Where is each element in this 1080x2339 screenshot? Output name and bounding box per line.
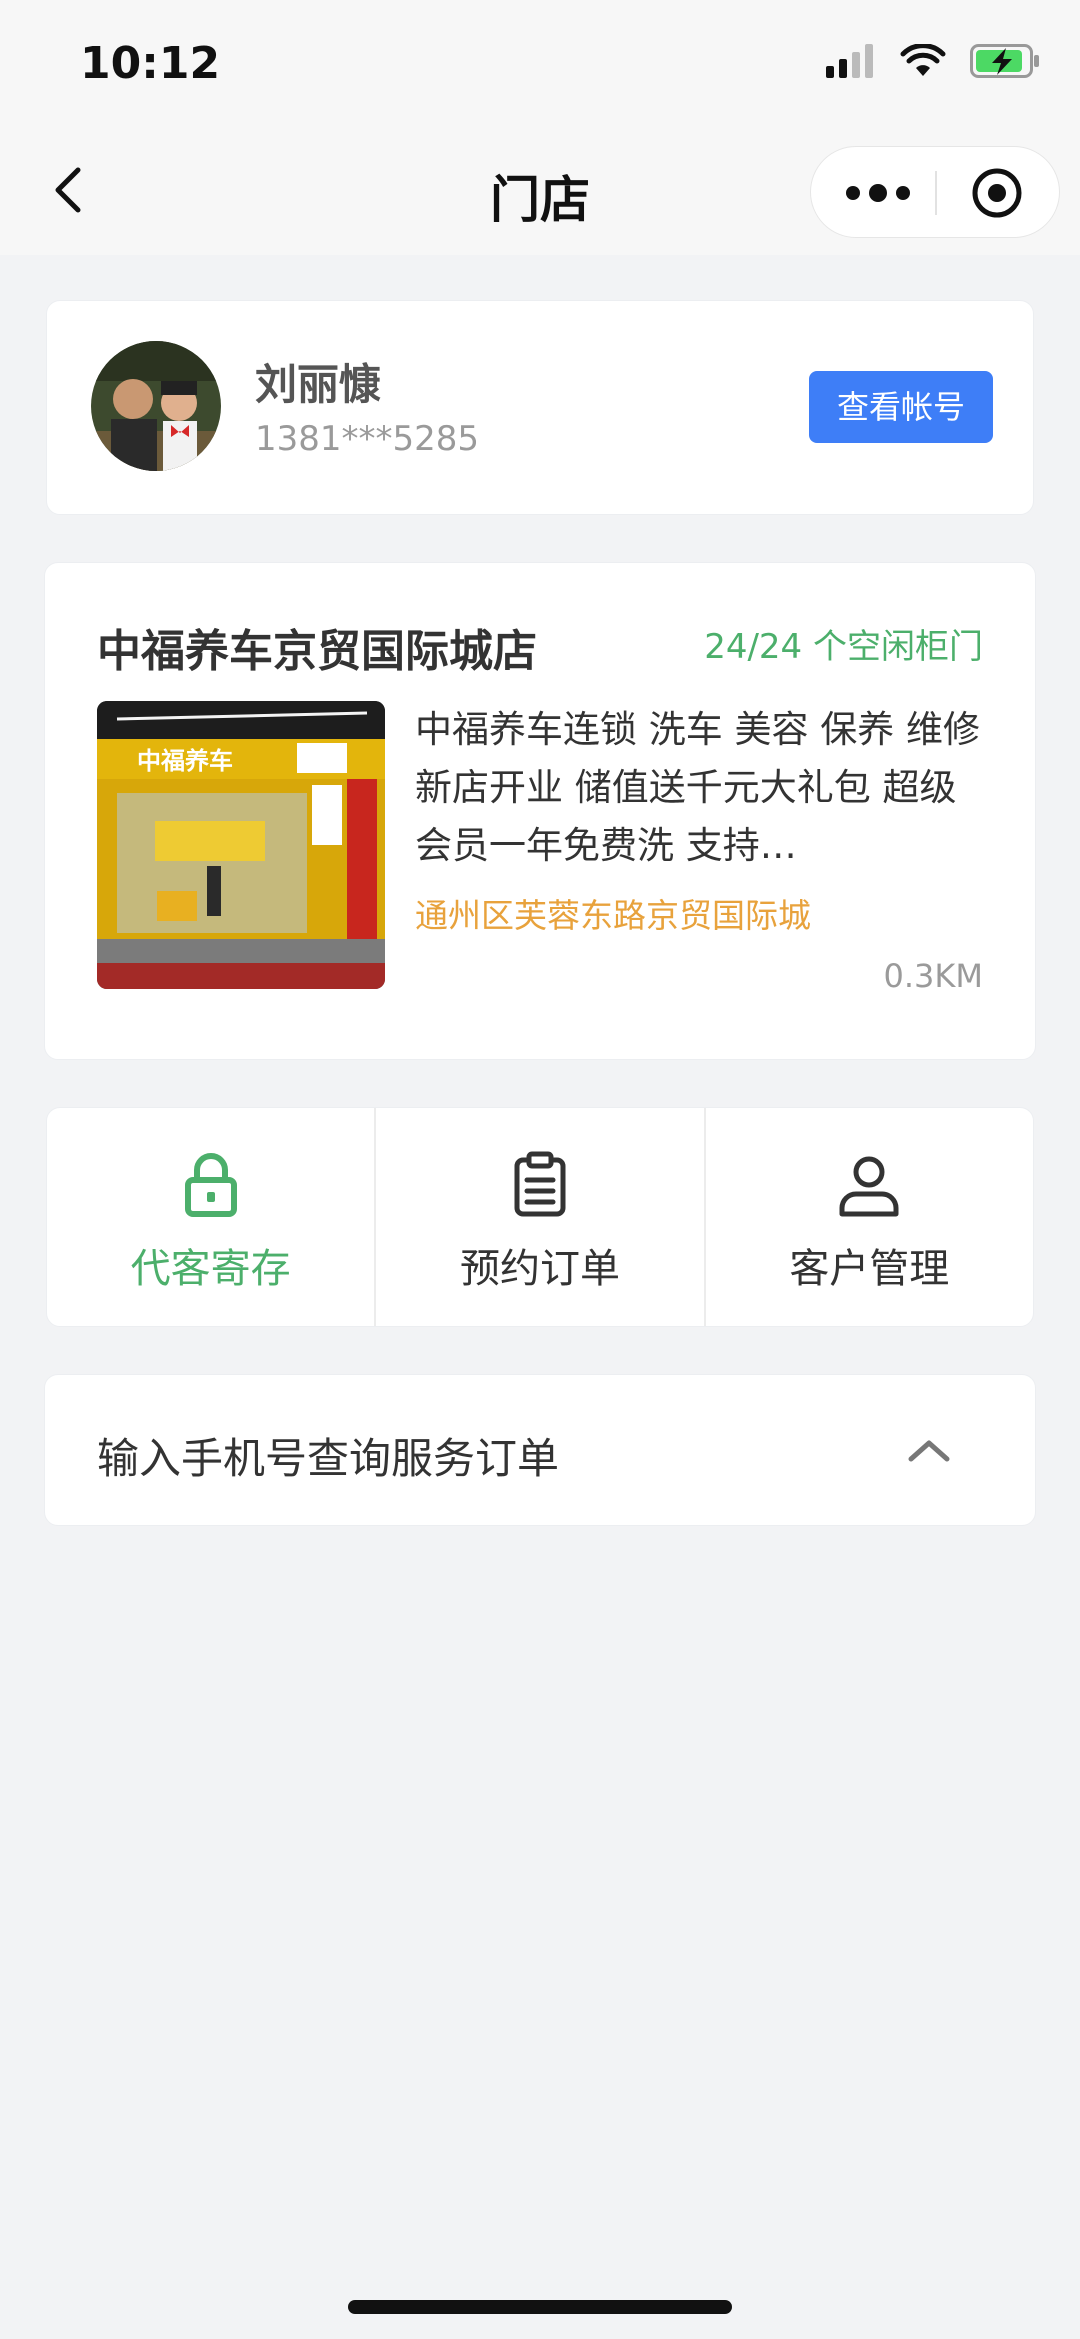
action-customer-management[interactable]: 客户管理 — [706, 1108, 1033, 1326]
store-card[interactable]: 中福养车京贸国际城店 24/24 个空闲柜门 中福养车 中福养车连锁 洗车 美容… — [44, 562, 1036, 1060]
action-label: 预约订单 — [459, 1246, 620, 1292]
actions-panel: 代客寄存 预约订单 客户管理 — [46, 1107, 1034, 1327]
view-account-button[interactable]: 查看帐号 — [809, 371, 993, 443]
person-icon — [839, 1156, 899, 1217]
signal-icon — [826, 44, 873, 78]
store-sign-text: 中福养车 — [137, 747, 233, 775]
action-label: 代客寄存 — [130, 1246, 291, 1292]
battery-icon — [970, 44, 1039, 78]
miniprogram-capsule — [810, 146, 1060, 238]
lock-icon — [184, 1153, 237, 1217]
avatar — [91, 341, 221, 471]
chevron-up-icon[interactable] — [901, 1425, 957, 1475]
locker-availability: 24/24 个空闲柜门 — [704, 627, 983, 667]
query-orders-label: 输入手机号查询服务订单 — [97, 1434, 560, 1483]
user-name: 刘丽慷 — [255, 360, 382, 409]
user-phone: 1381***5285 — [255, 419, 480, 459]
clipboard-icon — [514, 1151, 566, 1217]
close-miniprogram-icon[interactable] — [971, 167, 1023, 219]
status-bar: 10:12 — [0, 0, 1080, 130]
home-indicator — [348, 2300, 732, 2314]
store-distance: 0.3KM — [883, 957, 983, 995]
store-name: 中福养车京贸国际城店 — [97, 626, 537, 677]
store-photo: 中福养车 — [97, 701, 385, 989]
wifi-icon — [900, 44, 946, 76]
action-label: 客户管理 — [789, 1246, 950, 1292]
more-options-icon[interactable] — [843, 175, 913, 211]
action-valet-storage[interactable]: 代客寄存 — [47, 1108, 377, 1326]
status-icons — [826, 44, 1040, 78]
store-address: 通州区芙蓉东路京贸国际城 — [415, 896, 811, 935]
user-card: 刘丽慷 1381***5285 查看帐号 — [46, 300, 1034, 515]
status-time: 10:12 — [80, 38, 221, 89]
navigation-bar: 门店 — [0, 130, 1080, 255]
capsule-divider — [935, 171, 937, 215]
query-orders-row[interactable]: 输入手机号查询服务订单 — [44, 1374, 1036, 1526]
store-description: 中福养车连锁 洗车 美容 保养 维修 新店开业 储值送千元大礼包 超级会员一年免… — [415, 708, 981, 867]
action-appointment-orders[interactable]: 预约订单 — [376, 1108, 706, 1326]
